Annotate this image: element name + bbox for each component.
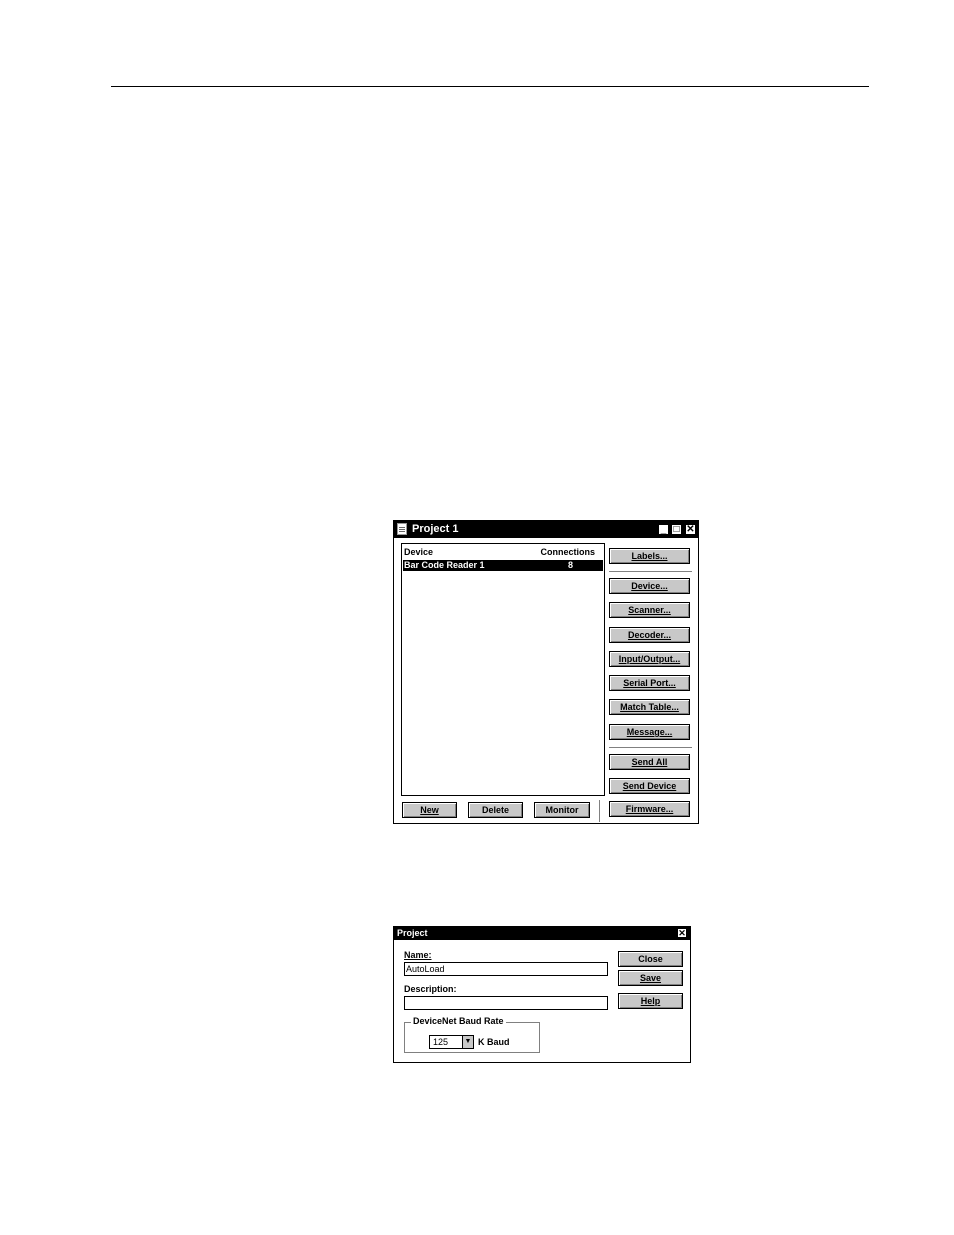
new-button[interactable]: New — [402, 802, 457, 818]
device-name: Bar Code Reader 1 — [404, 560, 485, 570]
minimize-button[interactable]: _ — [658, 524, 669, 535]
labels-button[interactable]: Labels... — [609, 548, 690, 564]
save-button[interactable]: Save — [618, 970, 683, 986]
separator — [609, 747, 692, 748]
help-button[interactable]: Help — [618, 993, 683, 1009]
document-icon — [397, 523, 407, 535]
separator — [599, 800, 600, 822]
connection-count: 8 — [568, 560, 574, 570]
monitor-button[interactable]: Monitor — [534, 802, 590, 818]
list-item[interactable]: Bar Code Reader 1 8 — [403, 560, 603, 571]
baud-unit-label: K Baud — [478, 1037, 510, 1047]
page-rule — [111, 86, 869, 87]
close-button[interactable]: ✕ — [677, 928, 687, 938]
send-device-button[interactable]: Send Device — [609, 778, 690, 794]
name-label: Name: — [404, 950, 432, 960]
dialog-title: Project — [397, 928, 428, 938]
decoder-button[interactable]: Decoder... — [609, 627, 690, 643]
delete-button[interactable]: Delete — [468, 802, 523, 818]
baud-rate-group: DeviceNet Baud Rate 125 ▼ K Baud — [404, 1016, 540, 1053]
serial-port-button[interactable]: Serial Port... — [609, 675, 690, 691]
baud-rate-select[interactable]: 125 ▼ — [429, 1035, 474, 1049]
input-output-button[interactable]: Input/Output... — [609, 651, 690, 667]
connections-column-header: Connections — [540, 547, 595, 557]
send-all-button[interactable]: Send All — [609, 754, 690, 770]
match-table-button[interactable]: Match Table... — [609, 699, 690, 715]
close-dialog-button[interactable]: Close — [618, 951, 683, 967]
separator — [609, 571, 692, 572]
message-button[interactable]: Message... — [609, 724, 690, 740]
project-window-titlebar[interactable]: Project 1 _ □ ✕ — [394, 521, 698, 538]
chevron-down-icon[interactable]: ▼ — [462, 1036, 473, 1048]
close-button[interactable]: ✕ — [685, 524, 696, 535]
description-label: Description: — [404, 984, 457, 994]
device-list-header: Device Connections — [403, 545, 603, 559]
baud-rate-group-label: DeviceNet Baud Rate — [411, 1016, 506, 1026]
project-window: Project 1 _ □ ✕ Device Connections Bar C… — [393, 520, 699, 824]
baud-rate-value: 125 — [433, 1037, 449, 1047]
description-field[interactable] — [404, 996, 608, 1010]
maximize-button[interactable]: □ — [671, 524, 682, 535]
project-dialog-titlebar[interactable]: Project ✕ — [394, 927, 690, 940]
project-dialog: Project ✕ Name: AutoLoad Description: De… — [393, 926, 691, 1063]
window-title: Project 1 — [412, 523, 459, 535]
device-button[interactable]: Device... — [609, 578, 690, 594]
scanner-button[interactable]: Scanner... — [609, 602, 690, 618]
firmware-button[interactable]: Firmware... — [609, 801, 690, 817]
name-field[interactable]: AutoLoad — [404, 962, 608, 976]
device-list[interactable]: Device Connections Bar Code Reader 1 8 — [401, 543, 605, 796]
device-column-header: Device — [404, 547, 434, 557]
